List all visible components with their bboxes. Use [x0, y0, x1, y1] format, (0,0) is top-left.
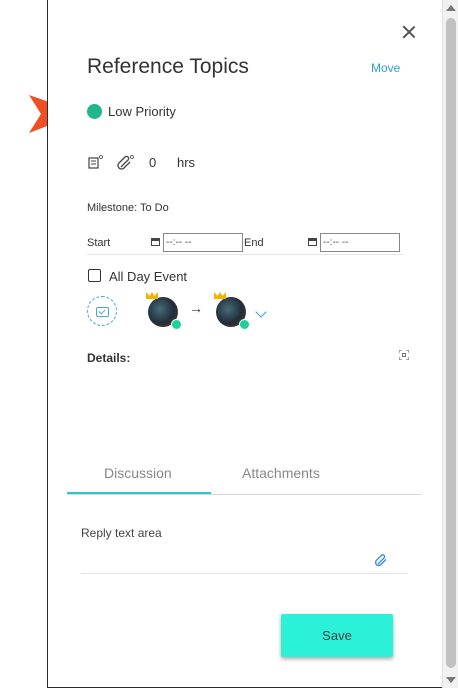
hours-value[interactable]: 0: [149, 155, 177, 170]
paperclip-icon[interactable]: [117, 154, 135, 170]
crown-icon: [214, 292, 226, 299]
scroll-down-icon[interactable]: [446, 677, 456, 683]
task-detail-panel: Reference Topics Move Low Priority 0 hrs…: [47, 0, 458, 688]
details-label: Details:: [87, 351, 131, 365]
start-label: Start: [87, 237, 111, 249]
chevron-down-icon[interactable]: [255, 306, 267, 318]
tab-attachments[interactable]: Attachments: [242, 465, 320, 481]
tab-discussion[interactable]: Discussion: [104, 465, 172, 481]
reply-text-area[interactable]: Reply text area: [81, 526, 408, 574]
online-status-icon: [171, 319, 182, 330]
arrow-right-icon: →: [189, 300, 203, 316]
meta-row: 0 hrs: [87, 152, 195, 172]
end-time-input[interactable]: --:-- --: [320, 233, 400, 252]
notes-icon[interactable]: [87, 154, 105, 170]
all-day-checkbox[interactable]: [88, 269, 101, 282]
all-day-label[interactable]: All Day Event: [109, 269, 187, 284]
avatar[interactable]: [214, 292, 250, 330]
scroll-up-icon[interactable]: [446, 5, 456, 11]
milestone-label[interactable]: Milestone: To Do: [87, 202, 169, 214]
hours-unit: hrs: [177, 154, 196, 170]
online-status-icon: [239, 319, 250, 330]
avatar[interactable]: [146, 292, 182, 330]
scroll-thumb[interactable]: [446, 18, 456, 668]
move-link[interactable]: Move: [371, 61, 400, 75]
expand-icon[interactable]: [399, 350, 409, 360]
save-button[interactable]: Save: [281, 614, 393, 657]
priority-label[interactable]: Low Priority: [108, 104, 176, 119]
calendar-icon[interactable]: [308, 238, 317, 246]
scrollbar[interactable]: [442, 0, 458, 688]
date-divider: [87, 254, 403, 255]
date-row: Start --:-- -- End --:-- --: [87, 232, 402, 254]
inbox-icon: [96, 307, 109, 317]
end-label: End: [244, 237, 264, 249]
attach-paperclip-icon[interactable]: [375, 553, 389, 567]
calendar-icon[interactable]: [151, 238, 160, 246]
active-tab-indicator: [67, 492, 211, 494]
inbox-folder-button[interactable]: [87, 296, 117, 326]
crown-icon: [146, 292, 158, 299]
start-time-input[interactable]: --:-- --: [163, 233, 243, 252]
close-icon[interactable]: [402, 25, 416, 39]
task-title[interactable]: Reference Topics: [87, 55, 249, 79]
priority-indicator[interactable]: [87, 104, 102, 119]
tab-bar: Discussion Attachments: [67, 460, 422, 495]
